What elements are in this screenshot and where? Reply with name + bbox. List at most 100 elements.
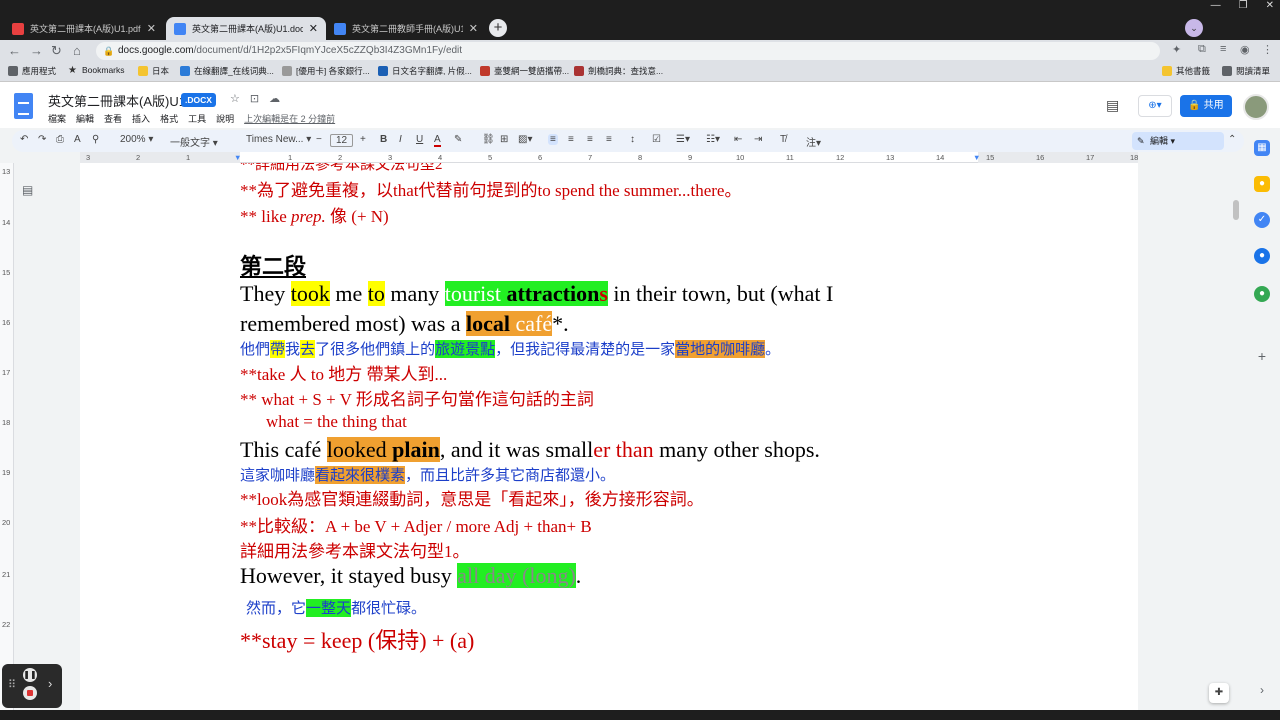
calendar-icon[interactable]: ▦	[1254, 140, 1270, 156]
editing-mode-select[interactable]: ✎ 編輯 ▾	[1132, 132, 1224, 150]
numbered-list-icon[interactable]: ☷▾	[706, 134, 720, 145]
comment-icon[interactable]: ▤	[1106, 97, 1119, 114]
meet-button[interactable]: ⊕▾	[1138, 95, 1172, 117]
font-size-increase[interactable]: +	[360, 134, 366, 145]
menu-insert[interactable]: 插入	[132, 112, 150, 125]
scrollbar-thumb[interactable]	[1233, 200, 1239, 220]
new-tab-button[interactable]: +	[489, 19, 507, 37]
close-icon[interactable]: ✕	[469, 22, 478, 35]
maximize-icon[interactable]: ❐	[1239, 0, 1248, 18]
left-indent-marker[interactable]: ▼	[234, 153, 241, 162]
clear-format-icon[interactable]: T̸	[780, 134, 786, 145]
bold-icon[interactable]: B	[380, 134, 387, 145]
paint-format-icon[interactable]: ⚲	[92, 134, 99, 145]
close-window-icon[interactable]: ✕	[1266, 0, 1274, 18]
align-left-icon[interactable]: ≡	[548, 134, 558, 145]
drag-handle-icon[interactable]: ⠿	[8, 678, 16, 691]
stop-button[interactable]	[23, 686, 37, 700]
bookmark-translate[interactable]: 在線翻譯_在线词典...	[180, 65, 274, 77]
avatar[interactable]	[1243, 94, 1269, 120]
tab-pdf[interactable]: 英文第二冊課本(A版)U1.pdf - Lu ✕	[4, 17, 164, 40]
profile-icon[interactable]: ◉	[1240, 43, 1250, 56]
menu-icon[interactable]: ⋮	[1262, 43, 1273, 56]
justify-icon[interactable]: ≡	[606, 134, 612, 145]
last-edit-link[interactable]: 上次編輯是在 2 分鐘前	[244, 112, 335, 125]
menu-tools[interactable]: 工具	[188, 112, 206, 125]
right-indent-marker[interactable]: ▼	[973, 153, 980, 162]
bookmark-japan[interactable]: 日本	[138, 65, 169, 77]
note-line: ** what + S + V 形成名詞子句當作這句話的主詞	[240, 390, 594, 409]
document-title[interactable]: 英文第二冊課本(A版)U1	[48, 91, 186, 110]
bookmark-reading-list[interactable]: 閱讀清單	[1222, 65, 1270, 77]
google-docs-icon[interactable]	[14, 93, 33, 119]
bookmark-apps[interactable]: 應用程式	[8, 65, 56, 77]
bookmark-bilingual[interactable]: 臺雙網一雙語攜帶...	[480, 65, 569, 77]
share-button[interactable]: 🔒 共用	[1180, 95, 1232, 117]
italic-icon[interactable]: I	[399, 134, 402, 145]
extensions-icon[interactable]: ✦	[1172, 43, 1181, 56]
chevron-right-icon[interactable]: ›	[1254, 682, 1270, 698]
back-icon[interactable]: ←	[8, 43, 21, 58]
underline-icon[interactable]: U	[416, 134, 423, 145]
bulleted-list-icon[interactable]: ☰▾	[676, 134, 690, 145]
tasks-icon[interactable]: ✓	[1254, 212, 1270, 228]
undo-icon[interactable]: ↶	[20, 134, 28, 145]
line-spacing-icon[interactable]: ↕	[630, 134, 635, 145]
zoom-select[interactable]: 200% ▾	[120, 134, 153, 145]
spellcheck-icon[interactable]: A	[74, 134, 81, 145]
checklist-icon[interactable]: ☑	[652, 134, 661, 145]
puzzle-icon[interactable]: ⧉	[1198, 43, 1206, 56]
increase-indent-icon[interactable]: ⇥	[754, 134, 762, 145]
align-right-icon[interactable]: ≡	[587, 134, 593, 145]
close-icon[interactable]: ✕	[147, 22, 156, 35]
note-line: **stay = keep (保持) + (a)	[240, 628, 475, 653]
print-icon[interactable]: ⎙	[56, 134, 64, 145]
tab-docx[interactable]: 英文第二冊課本(A版)U1.docx - G ✕	[166, 17, 326, 40]
text-color-icon[interactable]: A	[434, 134, 441, 147]
menu-format[interactable]: 格式	[160, 112, 178, 125]
bookmark-japanese-name[interactable]: 日文名字翻譯, 片假...	[378, 65, 472, 77]
chevron-right-icon[interactable]: ›	[48, 676, 52, 691]
pause-icon[interactable]: ❚❚	[23, 668, 37, 682]
input-tools-icon[interactable]: 注▾	[806, 134, 821, 149]
cloud-status-icon[interactable]: ☁	[269, 92, 280, 105]
chevron-up-icon[interactable]: ⌃	[1228, 134, 1236, 145]
menu-help[interactable]: 說明	[216, 112, 234, 125]
move-folder-icon[interactable]: ⊡	[250, 92, 259, 105]
image-icon[interactable]: ▨▾	[518, 134, 532, 145]
explore-button[interactable]: ✚	[1209, 683, 1229, 703]
menu-file[interactable]: 檔案	[48, 112, 66, 125]
reload-icon[interactable]: ↻	[51, 43, 62, 59]
minimize-icon[interactable]: —	[1211, 0, 1221, 18]
document-page[interactable]: **詳細用法參考本課文法句型2 **為了避免重複，以that代替前句提到的to …	[80, 163, 1138, 710]
chevron-down-icon[interactable]: ⌄	[1185, 19, 1203, 37]
maps-icon[interactable]: ●	[1254, 286, 1270, 302]
tab-teacher-doc[interactable]: 英文第二冊教師手冊(A版)U1.doc ✕	[326, 17, 486, 40]
bookmark-bank[interactable]: [優用卡] 各家銀行...	[282, 65, 370, 77]
menu-view[interactable]: 查看	[104, 112, 122, 125]
decrease-indent-icon[interactable]: ⇤	[734, 134, 742, 145]
star-icon[interactable]: ☆	[230, 92, 240, 105]
font-size-decrease[interactable]: −	[316, 134, 322, 145]
redo-icon[interactable]: ↷	[38, 134, 46, 145]
document-outline-icon[interactable]: ▤	[22, 183, 33, 197]
font-select[interactable]: Times New... ▾	[246, 134, 311, 145]
style-select[interactable]: 一般文字 ▾	[170, 134, 218, 149]
link-icon[interactable]: ⛓	[482, 134, 495, 145]
bookmark-other[interactable]: 其他書籤	[1162, 65, 1210, 77]
home-icon[interactable]: ⌂	[73, 43, 81, 58]
bookmark-cambridge[interactable]: 劍橋詞典：查找意...	[574, 65, 663, 77]
comment-add-icon[interactable]: ⊞	[500, 134, 508, 145]
menu-edit[interactable]: 編輯	[76, 112, 94, 125]
highlight-icon[interactable]: ✎	[454, 134, 462, 145]
align-center-icon[interactable]: ≡	[568, 134, 574, 145]
bookmark-bookmarks[interactable]: ★ Bookmarks	[68, 65, 125, 76]
forward-icon[interactable]: →	[30, 43, 43, 58]
add-addon-icon[interactable]: +	[1254, 348, 1270, 364]
contacts-icon[interactable]: ●	[1254, 248, 1270, 264]
url-input[interactable]: 🔒 docs.google.com/document/d/1H2p2x5FIqm…	[96, 42, 1160, 60]
media-icon[interactable]: ≡	[1220, 43, 1226, 55]
font-size-input[interactable]: 12	[330, 134, 354, 147]
close-icon[interactable]: ✕	[309, 22, 318, 35]
keep-icon[interactable]: ●	[1254, 176, 1270, 192]
